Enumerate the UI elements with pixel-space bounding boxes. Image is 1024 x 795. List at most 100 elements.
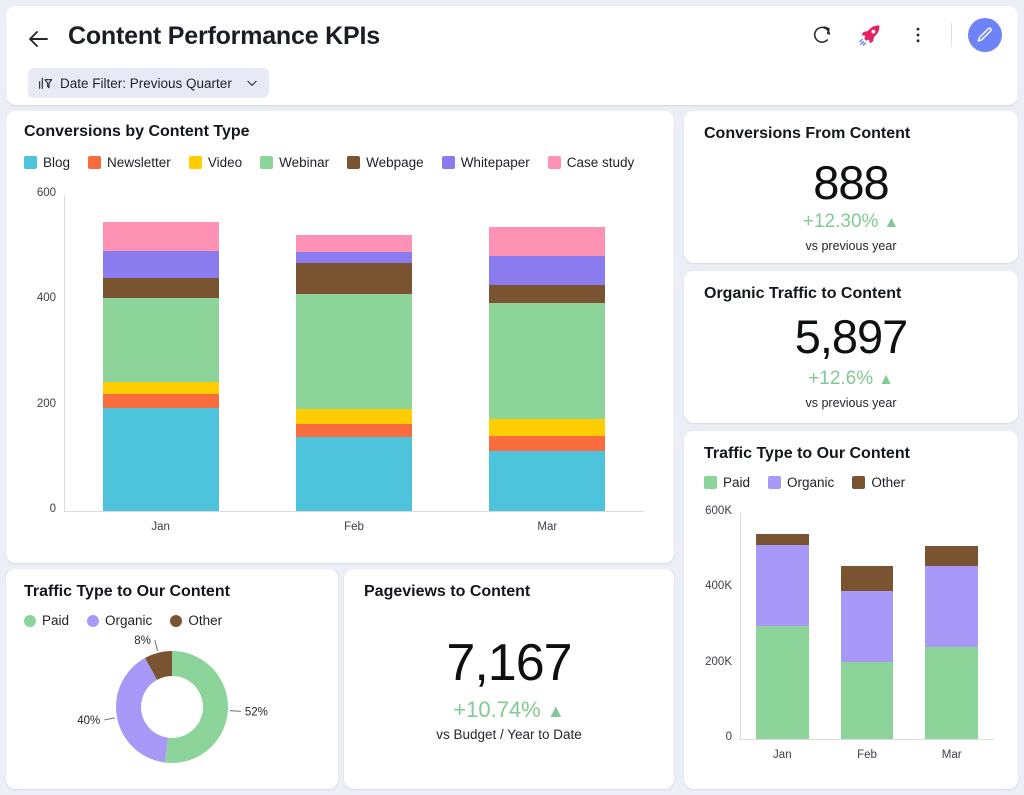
bar-stack[interactable]	[102, 195, 219, 511]
donut-chart: 52% 40% 8%	[6, 631, 338, 789]
kpi-organic-traffic-card: Organic Traffic to Content 5,897 +12.6% …	[684, 271, 1018, 423]
legend-item[interactable]: Organic	[87, 613, 152, 628]
page-title: Content Performance KPIs	[68, 22, 380, 50]
legend-swatch	[87, 614, 100, 627]
legend-label: Other	[188, 613, 223, 628]
chart-filter-icon	[37, 75, 53, 91]
bar-segment[interactable]	[489, 284, 606, 303]
traffic-type-donut-card: Traffic Type to Our Content Paid Organic O…	[6, 569, 338, 789]
rocket-icon[interactable]	[853, 18, 887, 52]
toolbar-divider	[951, 23, 952, 47]
bar-segment[interactable]	[489, 450, 606, 511]
bar-stack[interactable]	[489, 195, 606, 511]
legend-item[interactable]: Whitepaper	[441, 155, 530, 170]
donut-slice-label: 40%	[77, 715, 100, 727]
arrow-left-icon[interactable]	[24, 24, 54, 54]
donut-leader-line	[154, 640, 159, 651]
legend-label: Whitepaper	[460, 155, 530, 170]
bar-segment[interactable]	[102, 407, 219, 511]
chart-legend: Blog Newsletter Video Webinar Webpage Whitepa…	[24, 155, 652, 170]
legend-swatch	[704, 476, 717, 489]
legend-label: Paid	[42, 613, 70, 628]
legend-label: Other	[871, 475, 906, 490]
legend-item[interactable]: Webinar	[260, 155, 329, 170]
bar-segment[interactable]	[102, 250, 219, 279]
y-axis-line	[64, 195, 65, 511]
bar-segment[interactable]	[296, 235, 412, 253]
bar-segment[interactable]	[840, 565, 894, 591]
more-vertical-icon[interactable]	[901, 18, 935, 52]
legend-item[interactable]: Other	[852, 475, 905, 490]
bar-segment[interactable]	[756, 626, 809, 739]
dashboard-page: Content Performance KPIs Date Filter: Pr…	[0, 0, 1024, 795]
legend-item[interactable]: Organic	[768, 475, 834, 490]
legend-label: Video	[207, 155, 243, 170]
bar-segment[interactable]	[296, 294, 412, 409]
bar-segment[interactable]	[489, 226, 606, 256]
pencil-icon[interactable]	[968, 18, 1002, 52]
legend-item[interactable]: Paid	[24, 613, 69, 628]
conversions-by-content-type-card: Conversions by Content Type Blog Newslett…	[6, 111, 674, 563]
x-axis-tick-label: Jan	[773, 749, 792, 761]
bar-stack[interactable]	[925, 513, 978, 739]
bar-segment[interactable]	[102, 382, 219, 395]
refresh-icon[interactable]	[805, 18, 839, 52]
bar-segment[interactable]	[102, 394, 219, 408]
x-axis-tick-label: Feb	[344, 521, 364, 533]
header-tools	[805, 18, 1002, 52]
x-axis-tick-label: Feb	[857, 749, 877, 761]
legend-item[interactable]: Other	[170, 613, 222, 628]
bar-stack[interactable]	[840, 513, 894, 739]
trend-up-icon: ▲	[546, 701, 565, 721]
donut-slice[interactable]	[164, 651, 228, 763]
kpi-value: 7,167	[446, 634, 572, 692]
bar-segment[interactable]	[102, 221, 219, 251]
date-filter-dropdown[interactable]: Date Filter: Previous Quarter	[28, 68, 269, 98]
bar-segment[interactable]	[296, 437, 412, 511]
bar-segment[interactable]	[925, 546, 978, 567]
bar-segment[interactable]	[489, 436, 606, 451]
trend-up-icon: ▲	[883, 214, 900, 231]
bar-segment[interactable]	[840, 661, 894, 739]
bar-segment[interactable]	[925, 647, 978, 739]
legend-item[interactable]: Webpage	[347, 155, 424, 170]
legend-swatch	[24, 156, 37, 169]
card-title: Traffic Type to Our Content	[24, 583, 230, 600]
kpi-delta-value: +12.6%	[808, 368, 874, 389]
bar-segment[interactable]	[925, 566, 978, 648]
legend-item[interactable]: Newsletter	[88, 155, 171, 170]
bar-segment[interactable]	[840, 590, 894, 662]
bar-segment[interactable]	[296, 262, 412, 294]
header-top-row: Content Performance KPIs	[6, 6, 1018, 62]
bar-segment[interactable]	[296, 252, 412, 263]
kpi-value: 888	[813, 156, 889, 209]
card-title: Conversions by Content Type	[24, 123, 250, 140]
kpi-pageviews-card: Pageviews to Content 7,167 +10.74% ▲ vs …	[344, 569, 674, 789]
chart-legend: Paid Organic Other	[704, 475, 923, 490]
legend-label: Blog	[43, 155, 71, 170]
legend-item[interactable]: Case study	[547, 155, 634, 170]
y-axis-tick-label: 200K	[705, 655, 732, 668]
y-axis-tick-label: 400K	[705, 580, 732, 593]
chevron-down-icon	[245, 76, 259, 90]
y-axis-tick-label: 200	[36, 397, 56, 410]
kpi-subtitle: vs Budget / Year to Date	[436, 727, 582, 742]
bar-segment[interactable]	[296, 423, 412, 438]
legend-item[interactable]: Blog	[24, 155, 70, 170]
bar-segment[interactable]	[489, 418, 606, 437]
bar-segment[interactable]	[102, 297, 219, 383]
bar-stack[interactable]	[756, 513, 809, 739]
card-title: Traffic Type to Our Content	[704, 445, 910, 462]
bar-stack[interactable]	[296, 195, 412, 511]
bar-segment[interactable]	[756, 533, 809, 545]
bar-segment[interactable]	[489, 302, 606, 419]
legend-item[interactable]: Paid	[704, 475, 750, 490]
bar-segment[interactable]	[489, 255, 606, 285]
legend-swatch	[88, 156, 102, 169]
bar-segment[interactable]	[756, 545, 809, 626]
legend-item[interactable]: Video	[188, 155, 243, 170]
legend-swatch	[347, 156, 361, 169]
chart-legend: Paid Organic Other	[24, 613, 240, 628]
bar-segment[interactable]	[102, 278, 219, 298]
bar-segment[interactable]	[296, 408, 412, 424]
